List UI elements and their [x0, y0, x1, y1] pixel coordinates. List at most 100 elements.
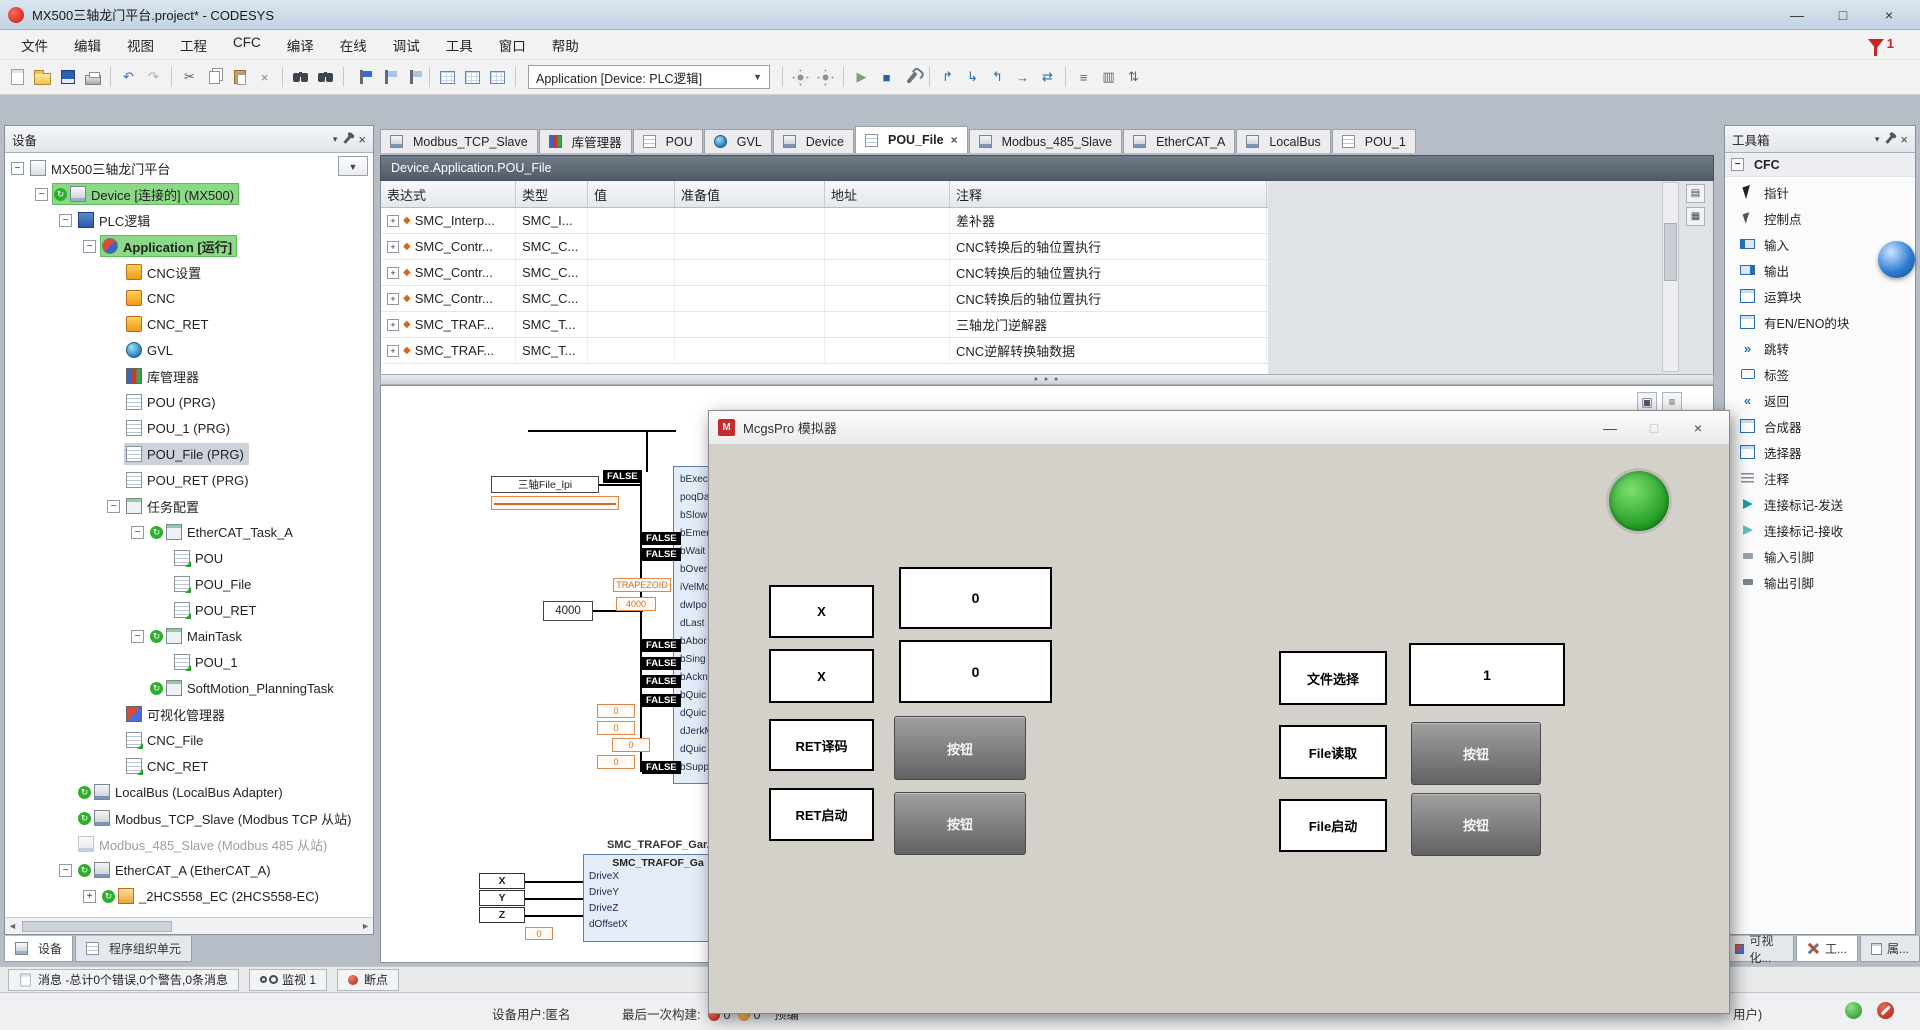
tree-item[interactable]: ↻ CNC_RET [5, 753, 373, 779]
scroll-left-icon[interactable]: ◄ [8, 921, 17, 931]
column-header-prepared[interactable]: 准备值 [675, 181, 825, 207]
paste-icon[interactable] [228, 66, 251, 89]
rebuild-icon[interactable] [814, 66, 837, 89]
editor-tab[interactable]: POU × [633, 129, 703, 153]
prepared-value-cell[interactable] [675, 338, 825, 363]
search-icon[interactable] [289, 66, 312, 89]
tree-item[interactable]: − ↻ PLC逻辑 [5, 207, 373, 233]
prepared-value-cell[interactable] [675, 234, 825, 259]
mcgspro-simulator-window[interactable]: M McgsPro 模拟器 — □ × X 0 X 0 RET译码 按钮 RET… [708, 410, 1730, 1014]
column-header-address[interactable]: 地址 [825, 181, 950, 207]
tree-item[interactable]: − ↻ MainTask [5, 623, 373, 649]
tree-item[interactable]: − ↻ Device [连接的] (MX500) [5, 181, 373, 207]
tree-item[interactable]: ↻ GVL [5, 337, 373, 363]
tree-item[interactable]: ↻ POU_RET (PRG) [5, 467, 373, 493]
expand-toggle-icon[interactable]: − [131, 630, 144, 643]
toolbox-section-cfc[interactable]: − CFC [1725, 153, 1915, 177]
panel-tab-devices[interactable]: 设备 [4, 936, 73, 962]
close-icon[interactable]: × [1900, 133, 1908, 146]
expand-row-icon[interactable]: + [387, 267, 399, 279]
expand-toggle-icon[interactable]: − [11, 162, 24, 175]
watch-table-row[interactable]: + ◆ SMC_Contr... SMC_C... CNC转换后的轴位置执行 [381, 260, 1268, 286]
expand-toggle-icon[interactable]: − [107, 500, 120, 513]
scrollbar-thumb[interactable] [22, 921, 172, 932]
menu-item[interactable]: 编译 [274, 30, 327, 60]
tree-item[interactable]: ↻ Modbus_485_Slave (Modbus 485 从站) [5, 831, 373, 857]
new-file-icon[interactable] [6, 66, 29, 89]
reset-icon[interactable]: ⇄ [1036, 66, 1059, 89]
editor-splitter[interactable]: ● ● ● [380, 374, 1714, 385]
prepared-value-cell[interactable] [675, 260, 825, 285]
documentation-view-icon[interactable]: ▦ [1686, 207, 1705, 226]
toolbox-item[interactable]: 指针 [1725, 179, 1915, 205]
toolbox-item[interactable]: 跳转 [1725, 335, 1915, 361]
tree-item[interactable]: ↻ Modbus_TCP_Slave (Modbus TCP 从站) [5, 805, 373, 831]
input-assist-icon[interactable] [486, 66, 509, 89]
save-icon[interactable] [56, 66, 79, 89]
simulator-minimize-button[interactable]: — [1588, 415, 1632, 441]
window-minimize-button[interactable]: — [1774, 1, 1820, 29]
breakpoints-tab[interactable]: 断点 [337, 969, 399, 991]
declaration-view-icon[interactable]: ▤ [1686, 184, 1705, 203]
tree-item[interactable]: − ↻ 任务配置 [5, 493, 373, 519]
tree-item[interactable]: − ↻ EtherCAT_A (EtherCAT_A) [5, 857, 373, 883]
cut-icon[interactable]: ✂ [178, 66, 201, 89]
editor-tab[interactable]: POU_1 × [1332, 129, 1416, 153]
menu-item[interactable]: 文件 [8, 30, 61, 60]
column-header-comment[interactable]: 注释 [950, 181, 1267, 207]
window-maximize-button[interactable]: □ [1820, 1, 1866, 29]
table-vertical-scrollbar[interactable] [1662, 182, 1679, 372]
view-options-icon[interactable]: ≡ [1662, 392, 1682, 412]
prepared-value-cell[interactable] [675, 208, 825, 233]
step-out-icon[interactable]: ↰ [986, 66, 1009, 89]
tree-item[interactable]: ↻ POU_1 (PRG) [5, 415, 373, 441]
expand-row-icon[interactable]: + [387, 345, 399, 357]
watch-table-row[interactable]: + ◆ SMC_TRAF... SMC_T... CNC逆解转换轴数据 [381, 338, 1268, 364]
prepared-value-cell[interactable] [675, 286, 825, 311]
monitor-view-icon[interactable]: ▥ [1097, 66, 1120, 89]
editor-tab[interactable]: LocalBus × [1236, 129, 1330, 153]
menu-item[interactable]: 工具 [433, 30, 486, 60]
value-cell[interactable] [588, 234, 675, 259]
tree-item[interactable]: ↻ POU (PRG) [5, 389, 373, 415]
undo-icon[interactable]: ↶ [117, 66, 140, 89]
sim-button-file-read[interactable]: 按钮 [1411, 722, 1541, 785]
toolbox-item[interactable]: 有EN/ENO的块 [1725, 309, 1915, 335]
bookmark-prev-icon[interactable] [375, 66, 398, 89]
search-replace-icon[interactable] [314, 66, 337, 89]
tree-item[interactable]: ↻ POU_File (PRG) [5, 441, 373, 467]
watch-table-row[interactable]: + ◆ SMC_Contr... SMC_C... CNC转换后的轴位置执行 [381, 286, 1268, 312]
toolbox-item[interactable]: 标签 [1725, 361, 1915, 387]
pin-icon[interactable] [1886, 135, 1894, 144]
column-header-expression[interactable]: 表达式 [381, 181, 516, 207]
axis-input-box[interactable]: X [479, 873, 525, 889]
list-view-icon[interactable]: ≡ [1072, 66, 1095, 89]
tree-item[interactable]: ↻ POU_RET [5, 597, 373, 623]
editor-tab[interactable]: GVL × [704, 129, 772, 153]
toolbox-item[interactable]: 输出引脚 [1725, 569, 1915, 595]
editor-tab[interactable]: Modbus_485_Slave × [969, 129, 1123, 153]
value-cell[interactable] [588, 260, 675, 285]
menu-item[interactable]: 编辑 [61, 30, 114, 60]
simulator-close-button[interactable]: × [1676, 415, 1720, 441]
tree-horizontal-scrollbar[interactable]: ◄ ► [5, 917, 373, 934]
toolbox-item[interactable]: 输入引脚 [1725, 543, 1915, 569]
menu-item[interactable]: 在线 [327, 30, 380, 60]
menu-item[interactable]: 工程 [167, 30, 220, 60]
tree-item[interactable]: ↻ LocalBus (LocalBus Adapter) [5, 779, 373, 805]
menu-item[interactable]: CFC [220, 30, 274, 60]
toolbox-item[interactable]: 运算块 [1725, 283, 1915, 309]
editor-tab[interactable]: POU_File × [855, 126, 968, 153]
application-selector-combo[interactable]: Application [Device: PLC逻辑]▼ [528, 65, 770, 89]
trace-view-icon[interactable]: ⇅ [1122, 66, 1145, 89]
stop-icon[interactable]: ■ [875, 66, 898, 89]
cfc-value-input[interactable]: 4000 [543, 601, 593, 621]
copy-icon[interactable] [203, 66, 226, 89]
toolbox-item[interactable]: 控制点 [1725, 205, 1915, 231]
tree-item[interactable]: ↻ POU [5, 545, 373, 571]
editor-tab[interactable]: EtherCAT_A × [1123, 129, 1235, 153]
build-icon[interactable] [789, 66, 812, 89]
column-header-value[interactable]: 值 [588, 181, 675, 207]
watch-table-row[interactable]: + ◆ SMC_Interp... SMC_I... 差补器 [381, 208, 1268, 234]
tree-item[interactable]: − ↻ Application [运行] [5, 233, 373, 259]
